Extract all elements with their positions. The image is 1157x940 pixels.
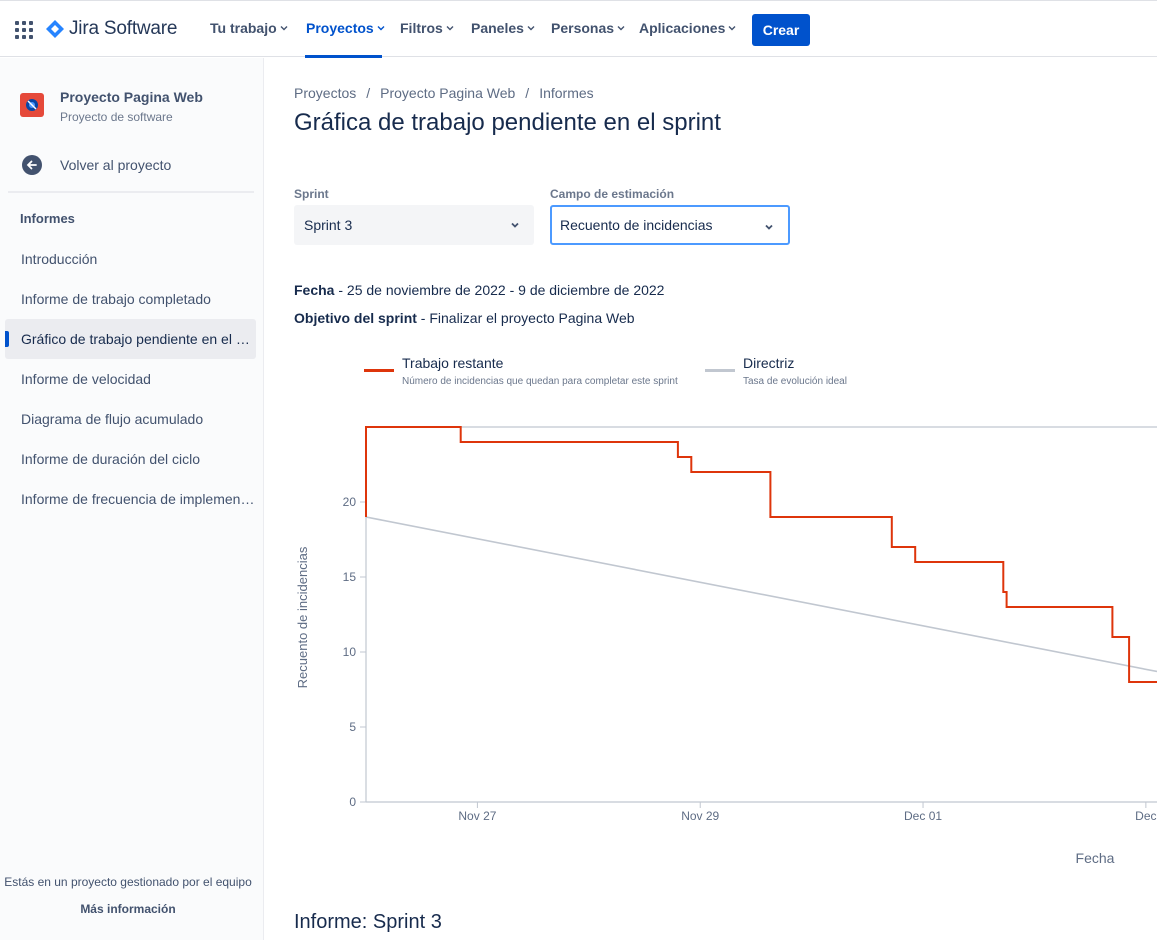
nav-aplicaciones[interactable]: Aplicaciones: [639, 20, 736, 36]
sidebar-item-velocidad[interactable]: Informe de velocidad: [5, 359, 256, 399]
chevron-down-icon: [280, 26, 288, 31]
nav-paneles[interactable]: Paneles: [471, 20, 535, 36]
chevron-down-icon: [527, 26, 535, 31]
nav-personas[interactable]: Personas: [551, 20, 625, 36]
legend-title-guideline: Directriz: [743, 355, 795, 371]
legend-title-remaining: Trabajo restante: [402, 355, 504, 371]
jira-diamond-icon: [46, 20, 64, 38]
y-axis-label: Recuento de incidencias: [295, 546, 310, 688]
brand-name: Jira Software: [69, 18, 178, 39]
project-sidebar: Proyecto Pagina Web Proyecto de software…: [0, 58, 264, 940]
y-tick-label: 0: [349, 795, 356, 809]
breadcrumb-proyectos[interactable]: Proyectos: [294, 85, 356, 101]
sidebar-footer-text: Estás en un proyecto gestionado por el e…: [4, 875, 252, 889]
breadcrumb: Proyectos / Proyecto Pagina Web / Inform…: [294, 85, 594, 101]
sidebar-item-duracion-ciclo[interactable]: Informe de duración del ciclo: [5, 439, 256, 479]
chevron-down-icon: [728, 26, 736, 31]
legend-swatch-guideline: [705, 369, 735, 372]
y-tick-label: 10: [343, 645, 357, 659]
sidebar-item-flujo-acumulado[interactable]: Diagrama de flujo acumulado: [5, 399, 256, 439]
more-info-link[interactable]: Más información: [0, 902, 256, 916]
legend-swatch-remaining: [364, 369, 394, 372]
series-directriz: [365, 516, 1157, 673]
create-button[interactable]: Crear: [752, 14, 810, 46]
x-tick-label: Nov 29: [681, 809, 719, 823]
sidebar-item-trabajo-completado[interactable]: Informe de trabajo completado: [5, 279, 256, 319]
x-tick-label: Dec 01: [904, 809, 942, 823]
project-avatar[interactable]: [20, 93, 44, 117]
legend-sub-remaining: Número de incidencias que quedan para co…: [402, 376, 678, 387]
chevron-down-icon: [446, 26, 454, 31]
x-axis-label: Fecha: [1076, 850, 1115, 866]
sidebar-item-frecuencia-implementacion[interactable]: Informe de frecuencia de implementación: [5, 479, 256, 519]
estimation-field-value: Recuento de incidencias: [560, 217, 713, 233]
chevron-down-icon: [511, 222, 519, 228]
sidebar-item-introduccion[interactable]: Introducción: [5, 239, 256, 279]
estimation-field-select[interactable]: Recuento de incidencias: [550, 205, 790, 245]
legend-sub-guideline: Tasa de evolución ideal: [743, 376, 847, 387]
nav-proyectos[interactable]: Proyectos: [306, 20, 385, 36]
nav-tu-trabajo[interactable]: Tu trabajo: [210, 20, 288, 36]
project-avatar-icon: [26, 99, 38, 111]
y-tick-label: 5: [349, 720, 356, 734]
back-arrow-icon[interactable]: [22, 155, 42, 175]
sidebar-divider: [8, 191, 254, 193]
series-trabajo-restante: [365, 426, 1157, 683]
sprint-label: Sprint: [294, 187, 329, 201]
chevron-down-icon: [765, 224, 773, 230]
y-tick-label: 20: [343, 495, 357, 509]
back-to-project-link[interactable]: Volver al proyecto: [60, 157, 171, 173]
sprint-goal: Objetivo del sprint - Finalizar el proye…: [294, 310, 635, 326]
page-title: Gráfica de trabajo pendiente en el sprin…: [294, 109, 721, 136]
y-tick-label: 15: [343, 570, 357, 584]
report-title: Informe: Sprint 3: [294, 911, 442, 933]
sidebar-item-burndown[interactable]: Gráfico de trabajo pendiente en el sprin…: [5, 319, 256, 359]
burndown-chart: 0 5 10 15 20 Nov 27 Nov 29 Dec 01 Dec Recuento de…: [295, 426, 1157, 866]
breadcrumb-proyecto[interactable]: Proyecto Pagina Web: [380, 85, 515, 101]
chevron-down-icon: [617, 26, 625, 31]
sidebar-heading: Informes: [20, 211, 75, 226]
nav-filtros[interactable]: Filtros: [400, 20, 454, 36]
x-tick-label: Dec: [1135, 809, 1156, 823]
app-switcher-icon[interactable]: [15, 21, 33, 39]
jira-logo[interactable]: Jira Software: [46, 18, 177, 40]
active-nav-indicator: [305, 55, 382, 58]
sprint-select[interactable]: Sprint 3: [294, 205, 534, 245]
top-navigation: Jira Software Tu trabajo Proyectos Filtr…: [0, 0, 1157, 58]
sprint-select-value: Sprint 3: [304, 217, 353, 233]
chevron-down-icon: [377, 26, 385, 31]
project-name[interactable]: Proyecto Pagina Web: [60, 89, 203, 105]
sprint-dates: Fecha - 25 de noviembre de 2022 - 9 de d…: [294, 282, 665, 298]
breadcrumb-informes[interactable]: Informes: [539, 85, 593, 101]
project-type: Proyecto de software: [60, 110, 173, 124]
x-tick-label: Nov 27: [458, 809, 496, 823]
campo-label: Campo de estimación: [550, 187, 675, 201]
